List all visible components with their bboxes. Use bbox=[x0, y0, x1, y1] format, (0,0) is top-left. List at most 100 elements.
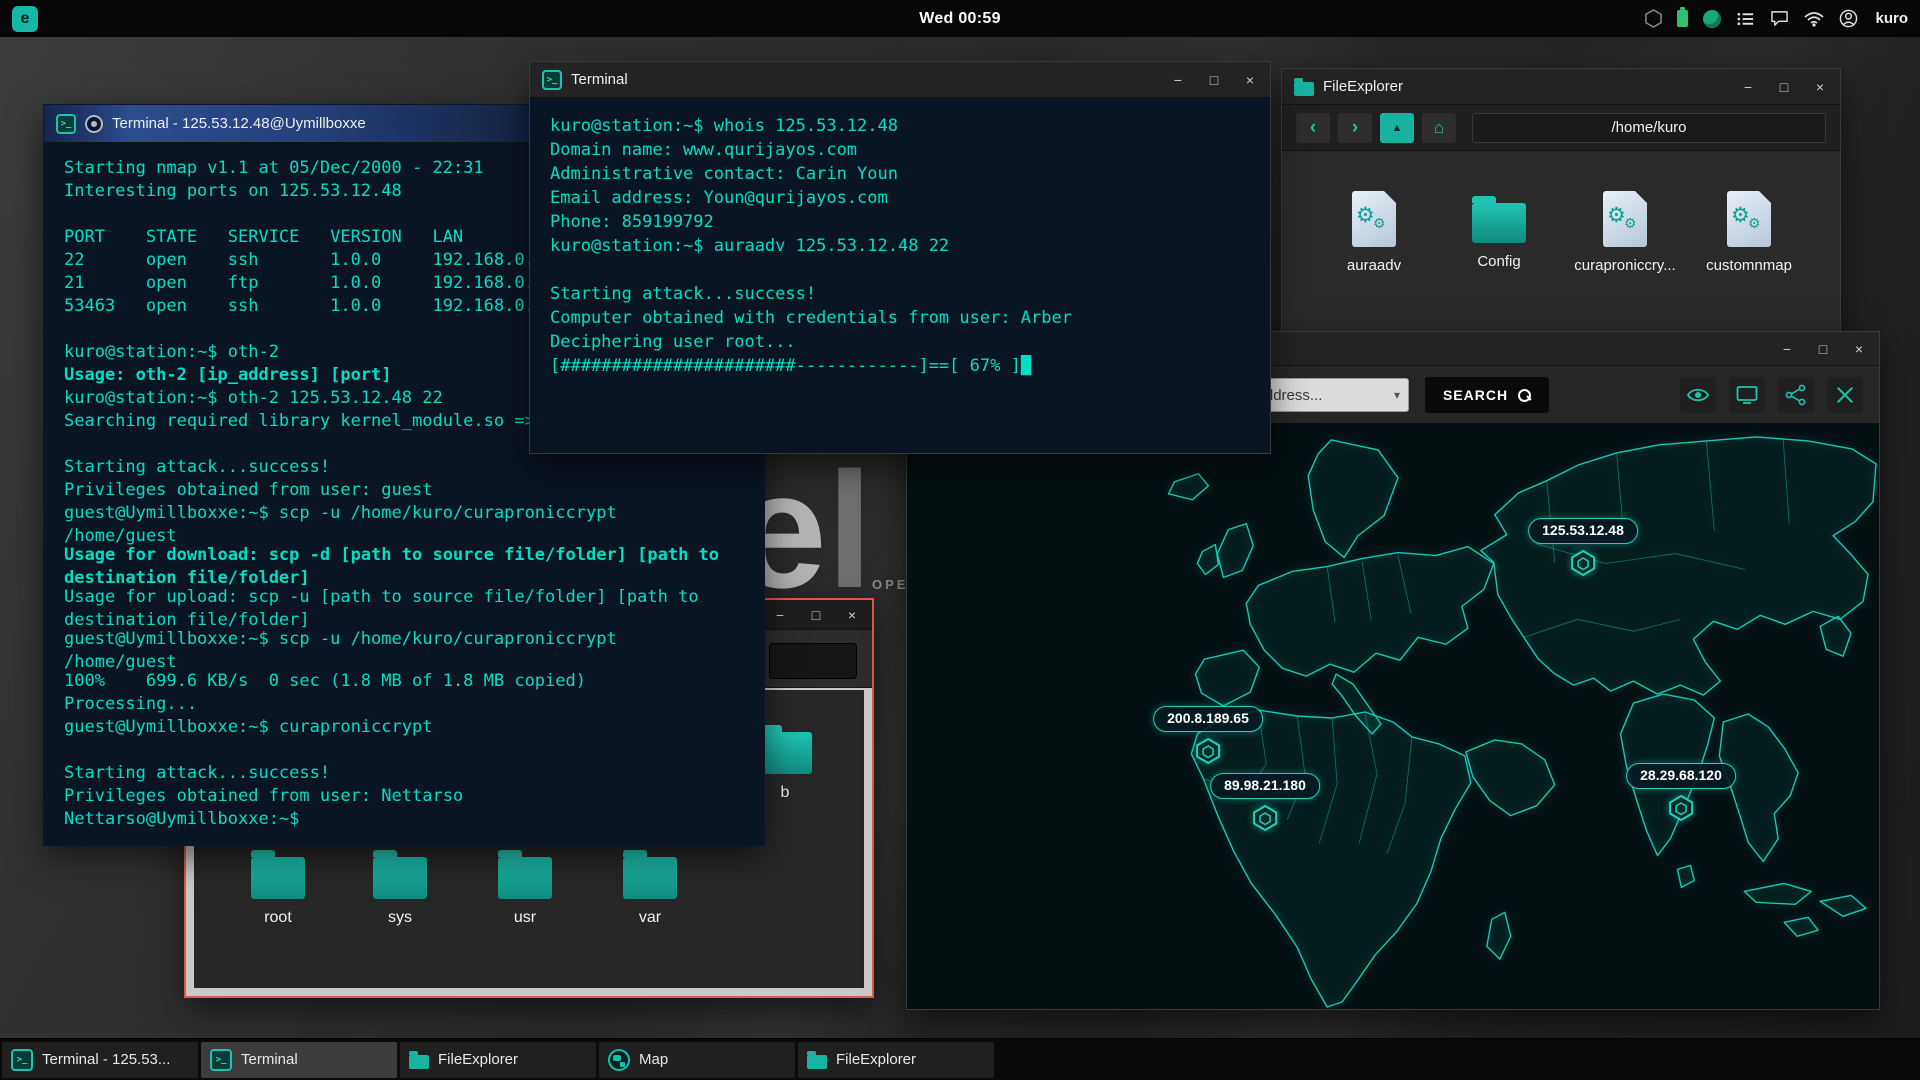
wifi-icon[interactable] bbox=[1804, 11, 1824, 27]
folder-icon bbox=[1472, 203, 1526, 243]
hexagon-node-icon bbox=[1528, 549, 1638, 582]
terminal-cursor: █ bbox=[1021, 356, 1031, 376]
world-map-area[interactable]: 125.53.12.48 200.8.189.65 89.98.21.180 2… bbox=[907, 424, 1879, 1009]
minimize-button[interactable]: − bbox=[1170, 73, 1186, 87]
ip-marker[interactable]: 200.8.189.65 bbox=[1153, 706, 1263, 770]
gears-icon: ⚙ bbox=[1356, 205, 1375, 226]
eye-button[interactable] bbox=[1680, 377, 1716, 413]
close-button[interactable]: × bbox=[1812, 80, 1828, 94]
up-button[interactable]: ▲ bbox=[1380, 113, 1414, 143]
taskbar-item-label: Terminal - 125.53... bbox=[42, 1051, 170, 1068]
minimize-button[interactable]: − bbox=[1740, 80, 1756, 94]
file-item[interactable]: ⚙ customnmap bbox=[1689, 191, 1809, 274]
executable-file-icon: ⚙ bbox=[1352, 191, 1396, 247]
window-title: Terminal bbox=[571, 71, 628, 88]
network-globe-icon[interactable] bbox=[1703, 10, 1721, 28]
screencast-icon bbox=[1735, 383, 1759, 407]
minimize-button[interactable]: − bbox=[1779, 342, 1795, 356]
username: kuro bbox=[1875, 10, 1908, 27]
arrow-up-icon: ▲ bbox=[1392, 122, 1403, 134]
terminal-line bbox=[64, 739, 734, 762]
share-icon bbox=[1784, 383, 1808, 407]
search-icon bbox=[1517, 388, 1531, 402]
file-item[interactable]: Config bbox=[1439, 191, 1559, 270]
user-avatar-icon[interactable] bbox=[1839, 9, 1858, 28]
search-button-label: SEARCH bbox=[1443, 387, 1508, 403]
terminal-line: guest@Uymillboxxe:~$ curaproniccrypt bbox=[64, 716, 734, 739]
terminal-line: kuro@station:~$ auraadv 125.53.12.48 22 bbox=[550, 234, 1250, 258]
chevron-right-icon: › bbox=[1352, 117, 1358, 139]
taskbar-item-terminal-remote[interactable]: Terminal - 125.53... bbox=[2, 1042, 198, 1078]
ip-marker[interactable]: 89.98.21.180 bbox=[1210, 773, 1320, 837]
close-button[interactable]: × bbox=[844, 608, 860, 622]
file-item[interactable]: ⚙ curaproniccry... bbox=[1565, 191, 1685, 274]
titlebar[interactable]: Terminal − □ × bbox=[530, 62, 1270, 98]
hexagon-node-icon bbox=[1626, 794, 1736, 827]
os-logo-icon[interactable]: e bbox=[12, 6, 38, 32]
file-item[interactable]: ⚙ auraadv bbox=[1314, 191, 1434, 274]
terminal-icon bbox=[11, 1049, 33, 1071]
ip-marker[interactable]: 125.53.12.48 bbox=[1528, 518, 1638, 582]
home-icon: ⌂ bbox=[1434, 118, 1444, 138]
desktop: el OPER − □ × b root bbox=[0, 0, 1920, 1080]
terminal-line: 100% 699.6 KB/s 0 sec (1.8 MB of 1.8 MB … bbox=[64, 670, 734, 693]
chat-icon[interactable] bbox=[1770, 10, 1789, 27]
list-icon[interactable] bbox=[1736, 11, 1755, 27]
path-field[interactable]: /home/kuro bbox=[1472, 113, 1826, 143]
screencast-button[interactable] bbox=[1729, 377, 1765, 413]
ip-marker-label: 89.98.21.180 bbox=[1210, 773, 1320, 799]
folder-label: root bbox=[223, 909, 333, 927]
crossed-arrows-icon bbox=[1834, 384, 1856, 406]
folder-label: usr bbox=[470, 909, 580, 927]
back-button[interactable]: ‹ bbox=[1296, 113, 1330, 143]
forward-button[interactable]: › bbox=[1338, 113, 1372, 143]
ip-marker-label: 200.8.189.65 bbox=[1153, 706, 1263, 732]
terminal-icon bbox=[542, 70, 562, 90]
taskbar-item-map[interactable]: Map bbox=[599, 1042, 795, 1078]
close-button[interactable]: × bbox=[1242, 73, 1258, 87]
remote-path-input[interactable] bbox=[769, 643, 857, 679]
maximize-button[interactable]: □ bbox=[1776, 80, 1792, 94]
ip-marker[interactable]: 28.29.68.120 bbox=[1626, 763, 1736, 827]
folder-icon bbox=[373, 857, 427, 899]
terminal-output[interactable]: kuro@station:~$ whois 125.53.12.48 Domai… bbox=[530, 98, 1270, 453]
terminal-icon bbox=[210, 1049, 232, 1071]
remote-folder-item[interactable]: root bbox=[223, 857, 333, 927]
hexagon-node-icon bbox=[1153, 737, 1263, 770]
search-button[interactable]: SEARCH bbox=[1425, 377, 1549, 413]
terminal-line: Deciphering user root... bbox=[550, 330, 1250, 354]
maximize-button[interactable]: □ bbox=[1815, 342, 1831, 356]
window-title: FileExplorer bbox=[1323, 78, 1403, 95]
connection-ring-icon bbox=[85, 115, 103, 133]
remote-folder-item[interactable]: usr bbox=[470, 857, 580, 927]
crossed-arrows-button[interactable] bbox=[1827, 377, 1863, 413]
taskbar-item-fileexplorer-2[interactable]: FileExplorer bbox=[798, 1042, 994, 1078]
taskbar-item-label: Terminal bbox=[241, 1051, 298, 1068]
taskbar-item-fileexplorer[interactable]: FileExplorer bbox=[400, 1042, 596, 1078]
folder-icon bbox=[807, 1055, 827, 1069]
taskbar-item-terminal[interactable]: Terminal bbox=[201, 1042, 397, 1078]
maximize-button[interactable]: □ bbox=[1206, 73, 1222, 87]
ip-marker-label: 28.29.68.120 bbox=[1626, 763, 1736, 789]
folder-icon bbox=[498, 857, 552, 899]
titlebar[interactable]: FileExplorer − □ × bbox=[1282, 69, 1840, 105]
remote-folder-item[interactable]: sys bbox=[345, 857, 455, 927]
terminal-line: Nettarso@Uymillboxxe:~$ bbox=[64, 808, 734, 831]
terminal-icon bbox=[56, 114, 76, 134]
taskbar: Terminal - 125.53... Terminal FileExplor… bbox=[0, 1038, 1920, 1080]
terminal-line: Starting attack...success! bbox=[64, 456, 734, 479]
share-button[interactable] bbox=[1778, 377, 1814, 413]
gears-icon: ⚙ bbox=[1731, 205, 1750, 226]
executable-file-icon: ⚙ bbox=[1727, 191, 1771, 247]
home-button[interactable]: ⌂ bbox=[1422, 113, 1456, 143]
hexagon-icon[interactable] bbox=[1645, 9, 1662, 28]
hexagon-node-icon bbox=[1210, 804, 1320, 837]
close-button[interactable]: × bbox=[1851, 342, 1867, 356]
taskbar-item-label: FileExplorer bbox=[836, 1051, 916, 1068]
maximize-button[interactable]: □ bbox=[808, 608, 824, 622]
minimize-button[interactable]: − bbox=[772, 608, 788, 622]
remote-folder-item[interactable]: var bbox=[595, 857, 705, 927]
gears-icon: ⚙ bbox=[1607, 205, 1626, 226]
terminal-line: Administrative contact: Carin Youn bbox=[550, 162, 1250, 186]
battery-icon[interactable] bbox=[1677, 10, 1688, 27]
